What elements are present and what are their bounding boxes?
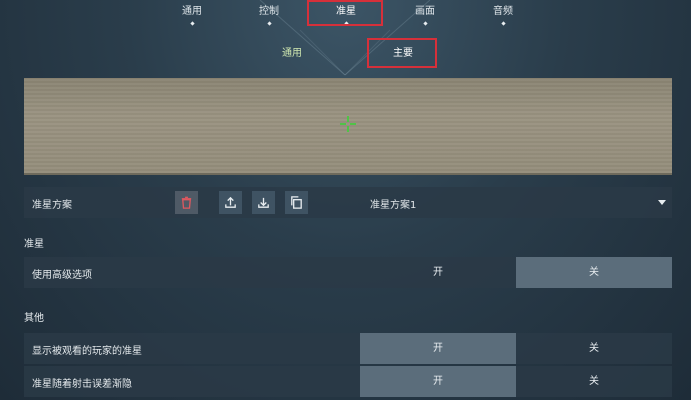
option-off[interactable]: 关	[516, 366, 672, 397]
tab-audio-label: 音频	[493, 6, 513, 17]
tab-audio[interactable]: 音频	[473, 2, 533, 26]
option-on[interactable]: 开	[360, 333, 516, 364]
copy-icon	[291, 196, 302, 209]
setting-label: 使用高级选项	[32, 270, 92, 281]
tab-indicator-dot	[189, 21, 195, 26]
subtab-general[interactable]: 通用	[262, 44, 322, 59]
tab-indicator-dot	[266, 21, 272, 26]
primary-subtab-highlight	[367, 38, 437, 68]
setting-label: 准星随着射击误差渐隐	[32, 379, 132, 390]
crosshair-icon	[340, 116, 356, 132]
crosshair-profile-row: 准星方案 准星方案1	[24, 187, 672, 218]
setting-row-fade-with-firing-error: 准星随着射击误差渐隐 开 关	[24, 366, 672, 397]
profile-select-value: 准星方案1	[370, 200, 417, 211]
copy-profile-button[interactable]	[285, 191, 308, 214]
export-profile-button[interactable]	[219, 191, 242, 214]
tab-controls[interactable]: 控制	[239, 2, 299, 26]
crosshair-tab-highlight	[307, 0, 383, 26]
tab-video-label: 画面	[415, 6, 435, 17]
chevron-down-icon	[658, 200, 666, 205]
download-icon	[258, 197, 269, 208]
setting-row-advanced-options: 使用高级选项 开 关	[24, 257, 672, 288]
profile-select[interactable]: 准星方案1	[362, 187, 672, 218]
tab-indicator-dot	[422, 21, 428, 26]
setting-row-show-observed-crosshair: 显示被观看的玩家的准星 开 关	[24, 333, 672, 364]
trash-icon	[181, 196, 192, 209]
crosshair-preview	[24, 78, 672, 175]
tab-general-label: 通用	[182, 6, 202, 17]
subtab-general-label: 通用	[282, 48, 302, 59]
option-on[interactable]: 开	[360, 257, 516, 288]
profile-label: 准星方案	[32, 200, 72, 211]
tab-video[interactable]: 画面	[395, 2, 455, 26]
tab-controls-label: 控制	[259, 6, 279, 17]
section-title-crosshair: 准星	[24, 239, 44, 250]
delete-profile-button[interactable]	[175, 191, 198, 214]
upload-icon	[225, 196, 236, 208]
import-profile-button[interactable]	[252, 191, 275, 214]
setting-label: 显示被观看的玩家的准星	[32, 346, 142, 357]
tab-general[interactable]: 通用	[162, 2, 222, 26]
option-on[interactable]: 开	[360, 366, 516, 397]
tab-indicator-dot	[500, 21, 506, 26]
option-off[interactable]: 关	[516, 333, 672, 364]
option-off[interactable]: 关	[516, 257, 672, 288]
section-title-other: 其他	[24, 313, 44, 324]
